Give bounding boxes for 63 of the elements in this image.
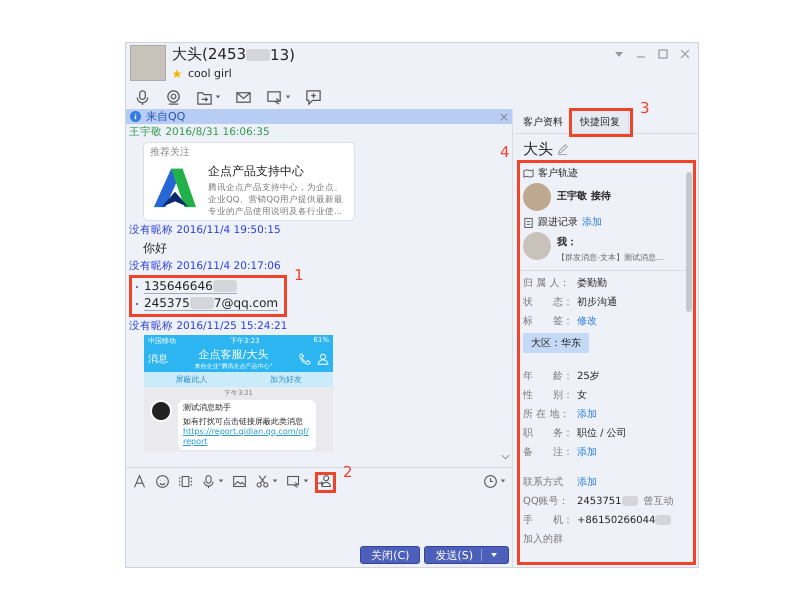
action-link[interactable]: 加为好友 bbox=[238, 372, 333, 387]
field-label: QQ账号： bbox=[523, 494, 570, 508]
annotation-number: 2 bbox=[343, 462, 353, 480]
field-label: 标 签： bbox=[523, 314, 574, 328]
field-value: 初步沟通 bbox=[577, 296, 617, 309]
recommend-card[interactable]: 推荐关注 企点产品支持中心 腾讯企点产品支持中心，为企点、企业QQ、营销QQ用户提供最新最专业的产品使用说明及各行业使... bbox=[143, 142, 355, 221]
field-value: +86150266044 bbox=[577, 514, 656, 526]
field-label: 年 龄： bbox=[523, 370, 574, 383]
field-value: 25岁 bbox=[577, 370, 600, 383]
notice-text: 来自QQ bbox=[146, 109, 186, 124]
followup-text: 【群发消息-文本】测试消息... bbox=[557, 252, 664, 263]
report-link[interactable]: https://report.qidian.qq.com/qf/report bbox=[183, 427, 311, 447]
field-label: 备 注： bbox=[523, 446, 574, 459]
field-label: 所 在 地： bbox=[523, 408, 570, 421]
annotation-number: 1 bbox=[294, 266, 304, 284]
field-label: 联系方式 bbox=[523, 476, 564, 489]
list-item-text: 135646646 bbox=[144, 279, 213, 293]
card-title: 企点产品支持中心 bbox=[208, 163, 305, 180]
message-text: 你好 bbox=[142, 240, 168, 257]
contact-name: 13) bbox=[270, 46, 295, 64]
field-label: 手 机： bbox=[523, 514, 574, 527]
back-link[interactable]: 消息 bbox=[148, 352, 168, 366]
message-sender: 没有昵称 2016/11/4 19:50:15 bbox=[129, 224, 281, 237]
panel-tab[interactable]: 快捷回复 bbox=[571, 110, 629, 133]
field-label: 状 态： bbox=[523, 296, 574, 309]
message-sender: 没有昵称 2016/11/25 15:24:21 bbox=[129, 320, 288, 333]
list-item-text: 7@qq.com bbox=[214, 296, 278, 310]
add-link[interactable]: 添加 bbox=[582, 215, 602, 229]
list-item-text: 245375 bbox=[144, 296, 190, 310]
annotation-number: 4 bbox=[500, 143, 510, 161]
chat-title: 企点客服/大头 bbox=[198, 347, 270, 362]
section-title: 客户轨迹 bbox=[538, 166, 578, 180]
add-link[interactable]: 添加 bbox=[577, 445, 597, 459]
close-button[interactable]: 关闭(C) bbox=[360, 546, 420, 564]
add-link[interactable]: 添加 bbox=[577, 407, 597, 421]
followup-author: 我： bbox=[557, 236, 578, 249]
action-link[interactable]: 屏蔽此人 bbox=[144, 372, 238, 387]
annotation-number: 3 bbox=[640, 99, 650, 117]
field-label: 性 别： bbox=[523, 388, 574, 402]
section-title: 跟进记录 bbox=[538, 216, 578, 229]
add-link[interactable]: 修改 bbox=[577, 314, 597, 328]
agent-name: 王宇敬 bbox=[557, 189, 587, 203]
customer-name: 大头 bbox=[523, 140, 553, 159]
track-action: 接待 bbox=[591, 190, 611, 203]
interaction-note: 曾互动 bbox=[644, 495, 674, 508]
bubble-title: 测试消息助手 bbox=[183, 403, 232, 413]
field-value: 娄勤勤 bbox=[577, 276, 607, 290]
card-description: 腾讯企点产品支持中心，为企点、企业QQ、营销QQ用户提供最新最专业的产品使用说明及各行业使... bbox=[208, 182, 344, 218]
field-value: 职位 / 公司 bbox=[577, 427, 627, 440]
field-label: 归 属 人： bbox=[523, 276, 570, 290]
field-label: 加入的群 bbox=[523, 532, 563, 546]
contact-name: 大头(2453 bbox=[172, 45, 246, 64]
card-header: 推荐关注 bbox=[150, 146, 191, 159]
signature: cool girl bbox=[188, 67, 232, 80]
message-sender: 王宇敬 2016/8/31 16:06:35 bbox=[129, 126, 270, 139]
send-button[interactable]: 发送(S) bbox=[424, 546, 509, 564]
customer-tag[interactable]: 大区：华东 bbox=[523, 333, 589, 353]
add-link[interactable]: 添加 bbox=[577, 475, 597, 489]
bubble-text: 如有打扰可点击链接屏蔽此类消息 https://report.qidian.qq.com/qf/report bbox=[183, 417, 311, 447]
field-label: 职 务： bbox=[523, 427, 574, 440]
message-sender: 没有昵称 2016/11/4 20:17:06 bbox=[129, 260, 281, 273]
field-value: 女 bbox=[577, 389, 587, 402]
field-value: 2453751 bbox=[577, 496, 622, 506]
